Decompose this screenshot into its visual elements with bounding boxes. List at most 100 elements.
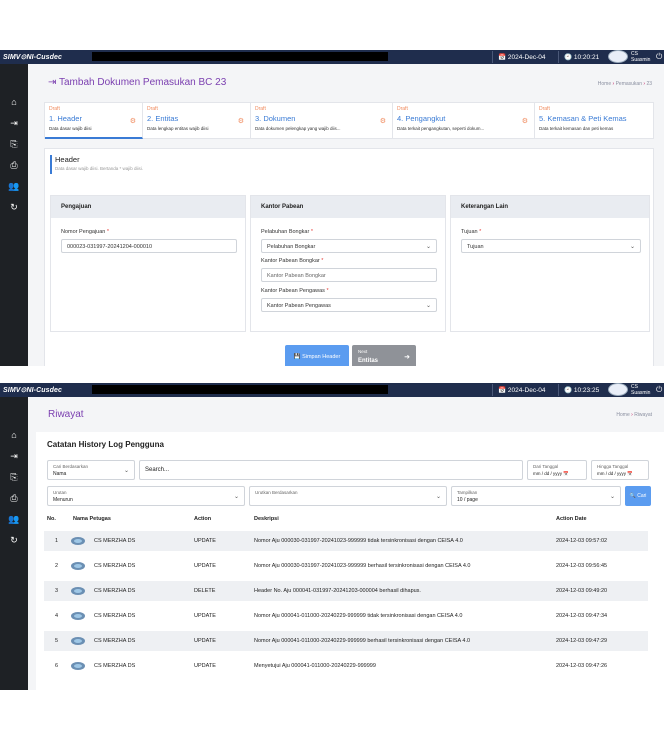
cari-button[interactable]: 🔍 Cari: [625, 486, 651, 506]
print-icon[interactable]: ⎙: [7, 492, 21, 504]
gear-icon: ⚙: [129, 118, 136, 125]
label-text: Tujuan: [461, 229, 478, 235]
import-doc-icon: ⇥: [48, 77, 57, 88]
urutan-select[interactable]: Urutan Menurun ⌄: [47, 486, 245, 506]
filter-label: Urutkan Berdasarkan: [255, 490, 298, 495]
breadcrumb-current: 23: [646, 81, 652, 87]
urutkan-berdasarkan-select[interactable]: Urutkan Berdasarkan ⌄: [249, 486, 447, 506]
step-name: 2. Entitas: [147, 114, 179, 123]
user-name: Suasmin: [631, 390, 651, 396]
user-menu[interactable]: CS Suasmin: [631, 51, 650, 63]
breadcrumb-separator: ›: [612, 81, 615, 87]
avatar: [71, 662, 85, 670]
step-kemasan[interactable]: Draft 5. Kemasan & Peti Kemas Data terka…: [535, 103, 655, 139]
breadcrumb-home[interactable]: Home: [616, 412, 629, 418]
power-icon[interactable]: ⏻: [656, 52, 662, 62]
divider: [558, 384, 559, 396]
user-menu[interactable]: CS Suasmin: [631, 384, 650, 396]
avatar: [71, 587, 85, 595]
pelabuhan-select[interactable]: Pelabuhan Bongkar ⌄: [261, 239, 437, 253]
row-date: 2024-12-03 09:47:29: [556, 638, 608, 644]
breadcrumb: Home › Pemasukan › 23: [598, 81, 652, 87]
row-date: 2024-12-03 09:57:02: [556, 538, 608, 544]
row-date: 2024-12-03 09:49:20: [556, 588, 608, 594]
step-desc: Data terkait pengangkutan, seperti dokum…: [397, 126, 485, 131]
next-entitas-button[interactable]: Next Entitas ➜: [352, 345, 416, 366]
page-title-text: Tambah Dokumen Pemasukan BC 23: [59, 77, 227, 88]
column-action-date: Action Date: [556, 516, 587, 522]
required-mark: *: [479, 229, 482, 235]
required-mark: *: [326, 288, 329, 294]
step-status: Draft: [539, 106, 550, 112]
table-row[interactable]: 4 CS MERZHA DS UPDATE Nomor Aju 000041-0…: [44, 606, 648, 626]
divider: [558, 51, 559, 63]
users-icon[interactable]: 👥: [7, 513, 21, 525]
history-icon[interactable]: ↻: [7, 201, 21, 213]
column-deskripsi: Deskripsi: [254, 516, 279, 522]
user-name: Suasmin: [631, 57, 651, 63]
breadcrumb-separator: ›: [631, 412, 633, 418]
breadcrumb-pemasukan[interactable]: Pemasukan: [616, 81, 642, 87]
users-icon[interactable]: 👥: [7, 180, 21, 192]
hingga-tanggal-input[interactable]: Hingga Tanggal mm / dd / yyyy 📅: [591, 460, 649, 480]
kantor-pengawas-select[interactable]: Kantor Pabean Pengawas ⌄: [261, 298, 437, 312]
table-row[interactable]: 6 CS MERZHA DS UPDATE Menyetujui Aju 000…: [44, 656, 648, 676]
form-screenshot: SIMV⊙NI-Cusdec 📅 2024-Dec-04 🕙 10:20:21 …: [0, 50, 664, 366]
export-icon[interactable]: ⎘: [7, 471, 21, 483]
table-row[interactable]: 3 CS MERZHA DS DELETE Header No. Aju 000…: [44, 581, 648, 601]
kantor-bongkar-input[interactable]: Kantor Pabean Bongkar: [261, 268, 437, 282]
breadcrumb-home[interactable]: Home: [598, 81, 611, 87]
table-row[interactable]: 1 CS MERZHA DS UPDATE Nomor Aju 000030-0…: [44, 531, 648, 551]
history-icon[interactable]: ↻: [7, 534, 21, 546]
row-date: 2024-12-03 09:56:45: [556, 563, 608, 569]
search-input[interactable]: Search...: [139, 460, 523, 480]
gear-icon: ⚙: [379, 118, 386, 125]
table-row[interactable]: 2 CS MERZHA DS UPDATE Nomor Aju 000030-0…: [44, 556, 648, 576]
filter-label: Hingga Tanggal: [597, 464, 629, 469]
step-name: 5. Kemasan & Peti Kemas: [539, 114, 627, 123]
panel-title: Kantor Pabean: [251, 196, 445, 218]
dari-tanggal-input[interactable]: Dari Tanggal mm / dd / yyyy 📅: [527, 460, 587, 480]
tampilkan-select[interactable]: Tampilkan 10 / page ⌄: [451, 486, 621, 506]
required-mark: *: [321, 258, 324, 264]
filter-value: 10 / page: [457, 497, 478, 503]
import-icon[interactable]: ⇥: [7, 450, 21, 462]
power-icon[interactable]: ⏻: [656, 385, 662, 395]
chevron-down-icon: ⌄: [425, 244, 431, 250]
save-header-button[interactable]: 💾 Simpan Header: [285, 345, 349, 366]
row-nama: CS MERZHA DS: [94, 613, 136, 619]
home-icon[interactable]: ⌂: [7, 429, 21, 441]
print-icon[interactable]: ⎙: [7, 159, 21, 171]
import-icon[interactable]: ⇥: [7, 117, 21, 129]
kantor-pabean-panel: Kantor Pabean Pelabuhan Bongkar * Pelabu…: [250, 195, 446, 332]
cari-berdasarkan-select[interactable]: Cari Berdasarkan Nama ⌄: [47, 460, 135, 480]
home-icon[interactable]: ⌂: [7, 96, 21, 108]
breadcrumb-current: Riwayat: [634, 412, 652, 418]
step-header[interactable]: Draft 1. Header Data dasar wajib diisi ⚙: [45, 103, 143, 139]
row-deskripsi: Header No. Aju 000041-031997-20241203-00…: [254, 588, 421, 594]
page-title: Riwayat: [48, 409, 84, 420]
nomor-pengajuan-input[interactable]: 000023-031997-20241204-000010: [61, 239, 237, 253]
required-mark: *: [106, 229, 110, 235]
header-form-card: Header Data dasar wajib diisi. Bertanda …: [44, 148, 654, 366]
panel-title: Pengajuan: [51, 196, 245, 218]
step-entitas[interactable]: Draft 2. Entitas Data lengkap entitas wa…: [143, 103, 251, 139]
row-number: 1: [55, 538, 59, 544]
date-display: 📅 2024-Dec-04: [498, 54, 546, 61]
table-row[interactable]: 5 CS MERZHA DS UPDATE Nomor Aju 000041-0…: [44, 631, 648, 651]
tujuan-select[interactable]: Tujuan ⌄: [461, 239, 641, 253]
export-icon[interactable]: ⎘: [7, 138, 21, 150]
avatar: [71, 612, 85, 620]
pengajuan-panel: Pengajuan Nomor Pengajuan * 000023-03199…: [50, 195, 246, 332]
step-pengangkut[interactable]: Draft 4. Pengangkut Data terkait pengang…: [393, 103, 535, 139]
filter-label: Urutan: [53, 490, 67, 495]
card-title: Catatan History Log Pengguna: [47, 440, 164, 449]
company-logo-icon[interactable]: [608, 50, 628, 63]
top-bar: SIMV⊙NI-Cusdec 📅 2024-Dec-04 🕙 10:23:25 …: [0, 383, 664, 397]
column-nama: Nama Petugas: [73, 516, 111, 522]
filter-value: Menurun: [53, 497, 73, 503]
step-dokumen[interactable]: Draft 3. Dokumen Data dokumen pelengkap …: [251, 103, 393, 139]
company-logo-icon[interactable]: [608, 383, 628, 396]
label-text: Kantor Pabean Pengawas: [261, 288, 325, 294]
sidebar: ⌂ ⇥ ⎘ ⎙ 👥 ↻: [0, 397, 28, 690]
